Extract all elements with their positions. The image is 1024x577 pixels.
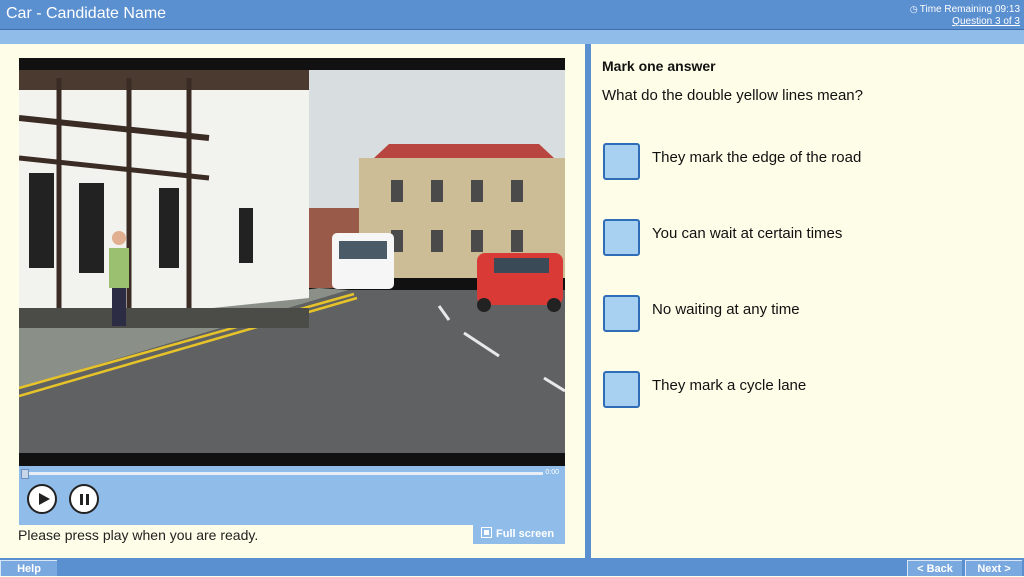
- fullscreen-button[interactable]: Full screen: [473, 525, 565, 544]
- progress-bar[interactable]: [21, 469, 543, 479]
- answer-option-1[interactable]: They mark the edge of the road: [603, 143, 1003, 187]
- fullscreen-label: Full screen: [496, 528, 555, 540]
- answer-option-3[interactable]: No waiting at any time: [603, 295, 1003, 339]
- answer-instruction: Mark one answer: [602, 58, 716, 74]
- play-button[interactable]: [27, 484, 57, 514]
- answer-label: They mark the edge of the road: [652, 149, 862, 166]
- answer-option-2[interactable]: You can wait at certain times: [603, 219, 1003, 263]
- answer-checkbox[interactable]: [603, 219, 640, 256]
- progress-knob[interactable]: [21, 469, 29, 479]
- timer: ◷ Time Remaining 09:13 Question 3 of 3: [910, 3, 1020, 28]
- answer-label: They mark a cycle lane: [652, 377, 807, 394]
- video-frame: [19, 58, 565, 466]
- video-player[interactable]: [19, 58, 565, 466]
- question-count[interactable]: Question 3 of 3: [910, 16, 1020, 28]
- timecode: 0:00: [545, 469, 559, 476]
- footer-bar: Help < Back Next >: [0, 558, 1024, 576]
- title-bar: Car - Candidate Name ◷ Time Remaining 09:…: [0, 0, 1024, 30]
- answer-checkbox[interactable]: [603, 295, 640, 332]
- time-remaining: Time Remaining 09:13: [919, 4, 1020, 15]
- play-icon: [39, 493, 50, 505]
- answer-option-4[interactable]: They mark a cycle lane: [603, 371, 1003, 415]
- window-title: Car - Candidate Name: [6, 5, 167, 22]
- next-button[interactable]: Next >: [965, 560, 1022, 576]
- answer-label: You can wait at certain times: [652, 225, 843, 242]
- fullscreen-icon: [481, 527, 492, 538]
- help-button[interactable]: Help: [0, 560, 57, 576]
- answer-checkbox[interactable]: [603, 371, 640, 408]
- answer-label: No waiting at any time: [652, 301, 800, 318]
- question-panel: Mark one answer What do the double yello…: [591, 44, 1024, 558]
- pause-button[interactable]: [69, 484, 99, 514]
- pause-icon: [80, 494, 83, 505]
- sub-bar: [0, 30, 1024, 44]
- video-controls: 0:00: [19, 466, 565, 525]
- back-button[interactable]: < Back: [907, 560, 962, 576]
- answer-checkbox[interactable]: [603, 143, 640, 180]
- question-text: What do the double yellow lines mean?: [602, 87, 863, 104]
- clock-icon: ◷: [909, 4, 918, 14]
- video-status-text: Please press play when you are ready.: [18, 527, 259, 543]
